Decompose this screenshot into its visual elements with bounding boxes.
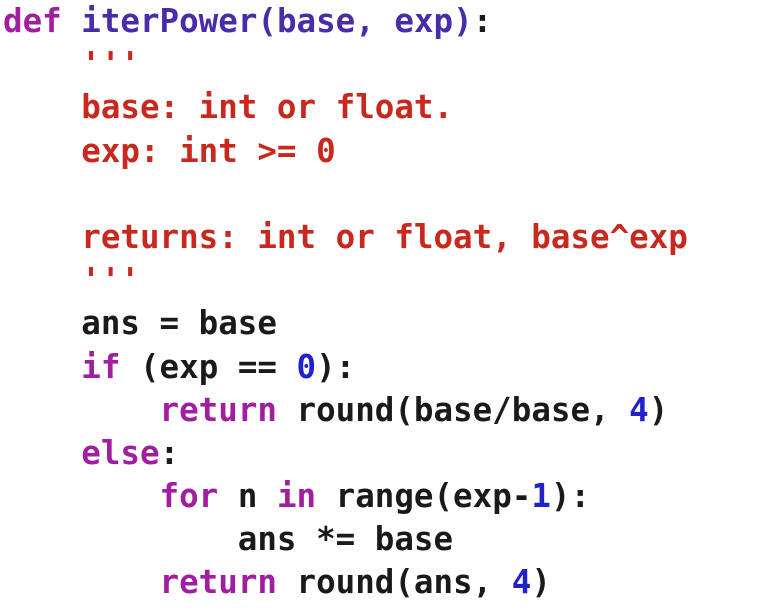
code-token: def (3, 2, 82, 40)
code-token: 1 (531, 477, 551, 516)
code-token: ans = base (3, 304, 277, 343)
code-token: base (276, 2, 356, 40)
code-token: iterPower (81, 2, 258, 40)
code-token: 0 (296, 347, 317, 386)
code-token: range(exp- (316, 477, 532, 516)
code-token: ( (257, 2, 277, 40)
code-token: return (159, 390, 277, 429)
code-token: exp: int >= 0 (3, 131, 336, 170)
code-line: ans = base (3, 302, 776, 345)
code-token: (exp == (120, 347, 297, 386)
code-token: round(ans, (276, 563, 512, 602)
code-token: ): (316, 347, 356, 386)
code-token: ) (648, 390, 669, 429)
code-token: n (218, 477, 277, 516)
code-token: : (472, 2, 493, 40)
code-listing: def iterPower(base, exp): ''' base: int … (0, 0, 776, 612)
code-token: ''' (3, 261, 140, 300)
code-token: ): (550, 477, 591, 516)
code-token: 4 (511, 563, 532, 602)
code-token: return (159, 563, 277, 602)
code-line: def iterPower(base, exp): (3, 0, 776, 43)
code-line: ''' (3, 259, 776, 302)
code-line: ans *= base (3, 518, 776, 561)
code-line: returns: int or float, base^exp (3, 216, 776, 259)
code-line: for n in range(exp-1): (3, 475, 776, 518)
code-line: ''' (3, 43, 776, 86)
code-token: returns: int or float, base^exp (3, 217, 688, 256)
code-line: base: int or float. (3, 86, 776, 129)
code-line: exp: int >= 0 (3, 130, 776, 173)
code-line: return round(base/base, 4) (3, 389, 776, 432)
code-token: ) (531, 563, 551, 602)
code-line: else: (3, 432, 776, 475)
code-token: 4 (629, 390, 649, 429)
code-token: exp (394, 2, 454, 40)
code-token: round(base/base, (276, 390, 630, 429)
code-token: ) (453, 2, 473, 40)
code-token: ''' (3, 45, 140, 84)
code-token: for (159, 477, 219, 516)
code-token: , (355, 2, 395, 40)
code-token: : (159, 433, 180, 472)
code-token: base: int or float. (3, 88, 454, 127)
code-token: else (81, 433, 160, 472)
code-token: ans *= base (3, 520, 454, 559)
code-token: in (276, 477, 317, 516)
code-line: if (exp == 0): (3, 346, 776, 389)
code-token: if (81, 347, 121, 386)
code-line: return round(ans, 4) (3, 561, 776, 604)
